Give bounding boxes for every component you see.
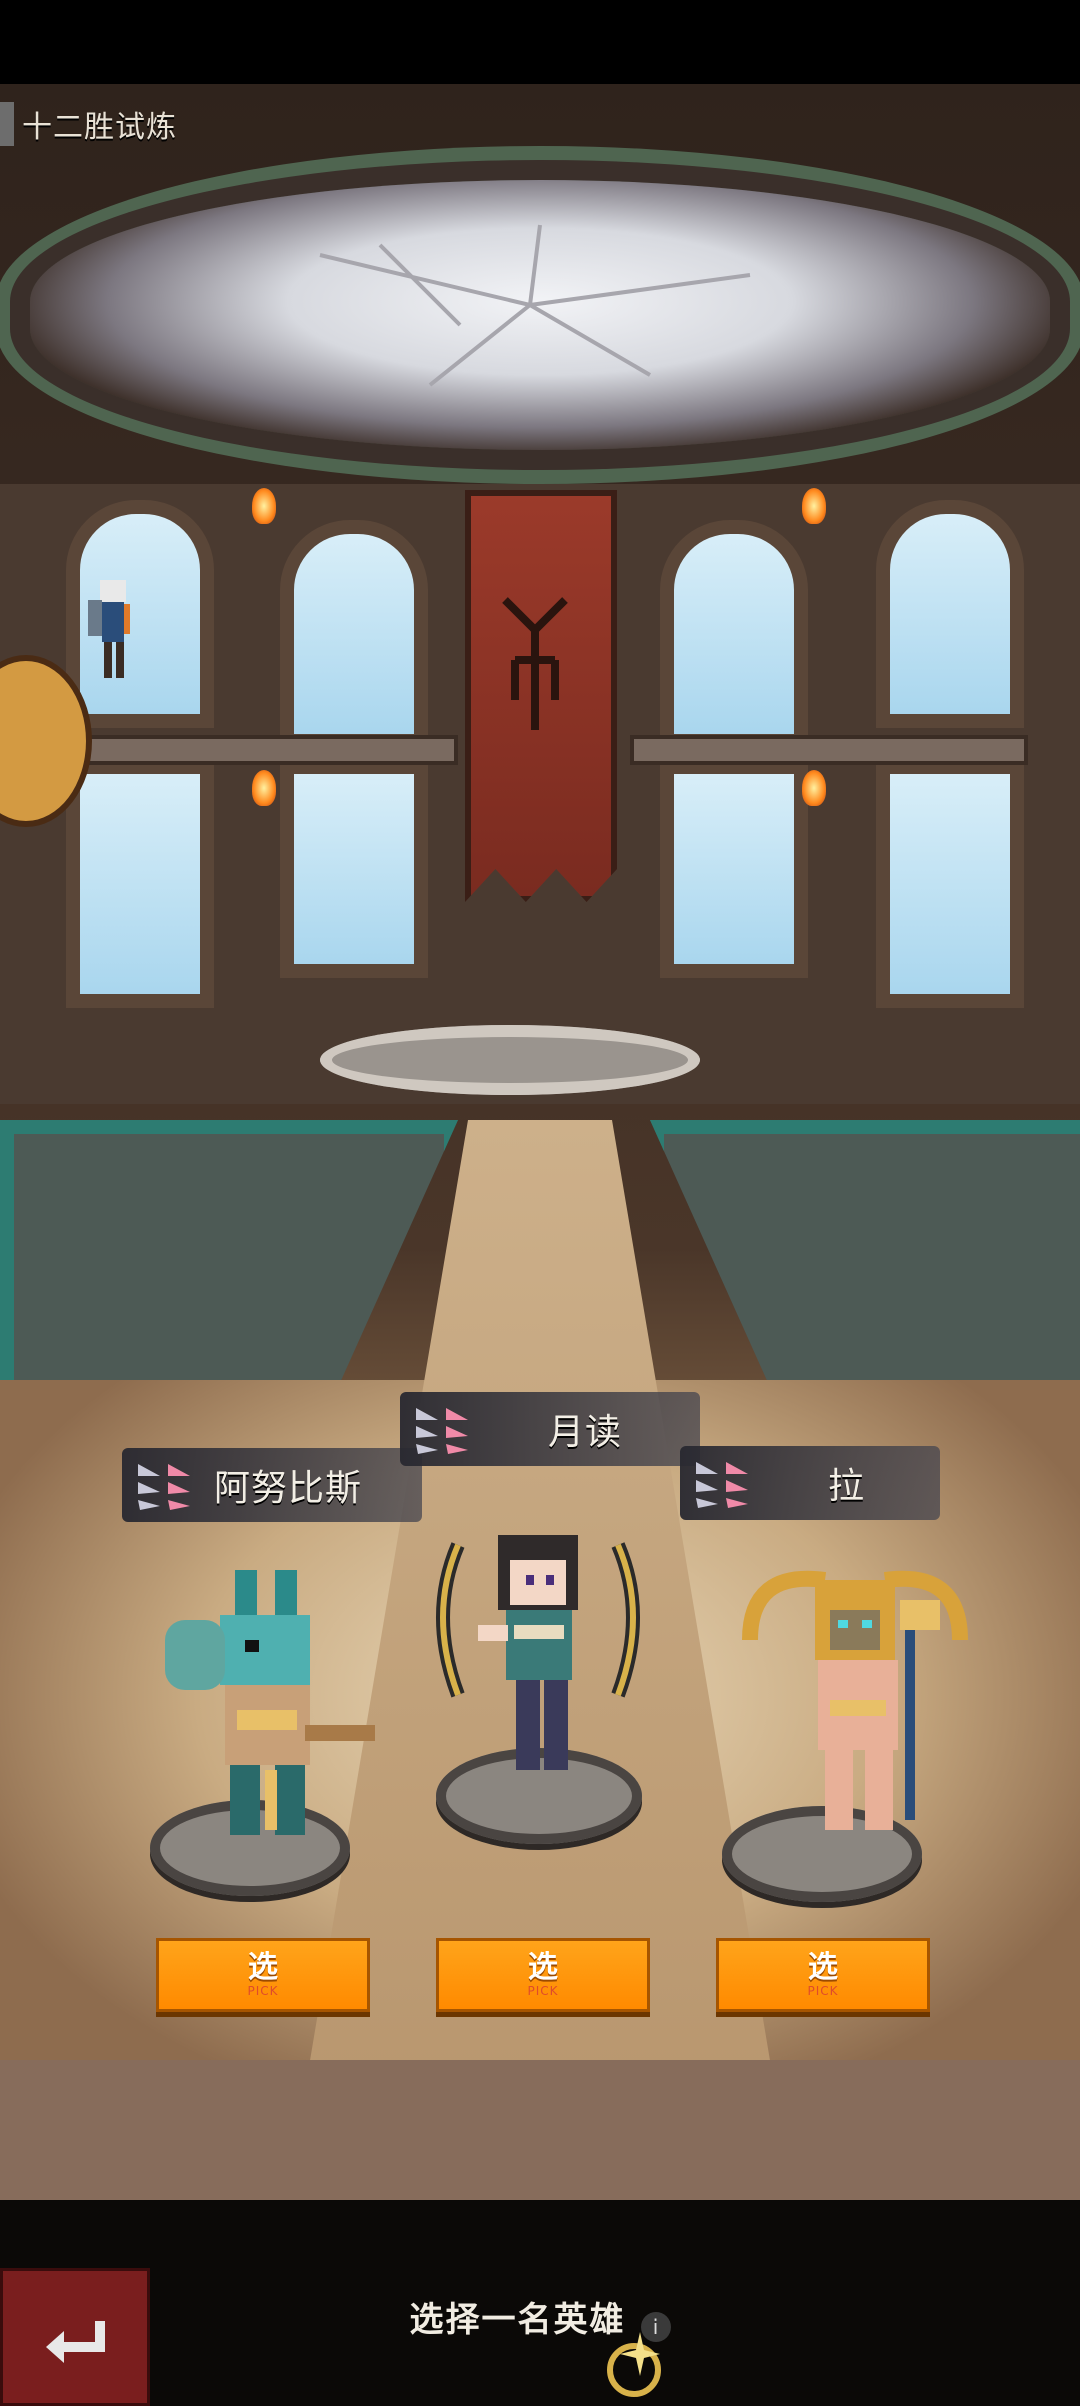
window-midright-lower bbox=[660, 760, 808, 978]
pick-button-label: 选 bbox=[528, 1950, 558, 1985]
hero-name-3: 拉 bbox=[828, 1466, 866, 1507]
window-right-lower bbox=[876, 760, 1024, 1008]
torch-icon bbox=[802, 770, 826, 806]
window-left-lower bbox=[66, 760, 214, 1008]
screen-title: 十二胜试炼 bbox=[0, 96, 177, 152]
window-right-upper bbox=[876, 500, 1024, 728]
pick-button-sub: PICK bbox=[807, 1984, 839, 1998]
window-midleft-lower bbox=[280, 760, 428, 978]
balcony-ledge-right bbox=[630, 735, 1028, 765]
pick-button-sub: PICK bbox=[527, 1984, 559, 1998]
banner-emblem-icon bbox=[502, 597, 568, 730]
gold-ornament-icon bbox=[607, 2332, 661, 2397]
pick-button-1[interactable]: 选 PICK bbox=[156, 1938, 370, 2012]
hero-name-tag-1: 阿努比斯 bbox=[122, 1448, 422, 1522]
status-bar bbox=[0, 0, 1080, 84]
hero-anubis-sprite[interactable] bbox=[125, 1560, 375, 1850]
rank-wings-icon bbox=[416, 1408, 468, 1454]
rank-wings-icon bbox=[138, 1464, 190, 1510]
pick-button-2[interactable]: 选 PICK bbox=[436, 1938, 650, 2012]
arena-center-disc bbox=[320, 1025, 700, 1095]
pick-button-label: 选 bbox=[248, 1950, 278, 1985]
dome-cracks bbox=[319, 224, 751, 387]
rank-wings-icon bbox=[696, 1462, 748, 1508]
hero-name-2: 月读 bbox=[548, 1412, 623, 1453]
torch-icon bbox=[802, 488, 826, 524]
torch-icon bbox=[252, 770, 276, 806]
hero-ra-sprite[interactable] bbox=[730, 1560, 980, 1850]
window-midright-upper bbox=[660, 520, 808, 748]
title-marker bbox=[0, 102, 14, 146]
hero-tsukuyomi-sprite[interactable] bbox=[418, 1505, 658, 1805]
torch-icon bbox=[252, 488, 276, 524]
pick-button-3[interactable]: 选 PICK bbox=[716, 1938, 930, 2012]
spectator-npc bbox=[88, 580, 130, 678]
pick-button-label: 选 bbox=[808, 1950, 838, 1985]
hero-name-tag-3: 拉 bbox=[680, 1446, 940, 1520]
balcony-ledge-left bbox=[60, 735, 458, 765]
hero-name-tag-2: 月读 bbox=[400, 1392, 700, 1466]
select-hero-prompt: 选择一名英雄 i bbox=[0, 2292, 1080, 2342]
pick-button-sub: PICK bbox=[247, 1984, 279, 1998]
window-midleft-upper bbox=[280, 520, 428, 748]
hero-name-1: 阿努比斯 bbox=[214, 1468, 363, 1509]
arena-floor-edge bbox=[0, 2060, 1080, 2200]
select-hero-text: 选择一名英雄 bbox=[409, 2300, 626, 2340]
screen-title-text: 十二胜试炼 bbox=[22, 110, 177, 145]
